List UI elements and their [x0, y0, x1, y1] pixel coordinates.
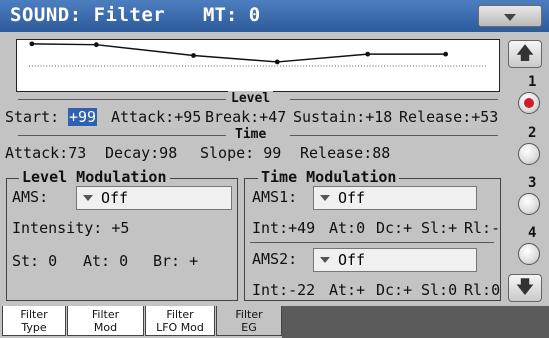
time-heading: Time: [232, 127, 270, 142]
tab-filter-lfo-mod-line1: Filter: [166, 308, 194, 321]
selector-radio-1[interactable]: [518, 92, 540, 114]
mt-indicator: MT: 0: [203, 4, 261, 26]
tab-bar-fill: [282, 306, 549, 338]
page-menu-button[interactable]: [478, 5, 542, 27]
time-mod1-int[interactable]: Int:+49: [252, 219, 315, 237]
tab-filter-type-line2: Type: [21, 321, 47, 334]
scroll-up-button[interactable]: 🡅: [508, 40, 542, 68]
tab-filter-mod-line2: Mod: [93, 321, 118, 334]
tab-filter-lfo-mod-line2: LFO Mod: [156, 321, 204, 334]
page-selector: 🡅 1 2 3 4 🡇: [508, 40, 544, 302]
level-modulation-title: Level Modulation: [19, 168, 170, 186]
level-mod-st[interactable]: St: 0: [12, 252, 57, 270]
time-mod1-at[interactable]: At:0: [329, 219, 365, 237]
time-mod2-int[interactable]: Int:-22: [252, 281, 315, 299]
level-sustain[interactable]: Sustain:+18: [293, 108, 392, 126]
level-intensity[interactable]: Intensity: +5: [12, 219, 129, 237]
tab-filter-type[interactable]: Filter Type: [2, 306, 66, 336]
time-mod1-rl[interactable]: Rl:-: [464, 219, 500, 237]
selector-number-1: 1: [528, 74, 537, 90]
time-mod-separator: [250, 242, 494, 243]
time-mod1-dc[interactable]: Dc:+: [376, 219, 412, 237]
selector-radio-3[interactable]: [518, 193, 540, 215]
ams2-value: Off: [338, 251, 366, 269]
tab-filter-mod-line1: Filter: [91, 308, 120, 321]
ams2-dropdown[interactable]: Off: [313, 248, 477, 272]
envelope-graph[interactable]: [16, 39, 500, 92]
selector-radio-4[interactable]: [518, 243, 540, 265]
ams1-dropdown[interactable]: Off: [313, 186, 477, 210]
time-mod2-rl[interactable]: Rl:0: [464, 281, 500, 299]
chevron-down-icon: [320, 195, 330, 201]
tab-filter-lfo-mod[interactable]: Filter LFO Mod: [145, 306, 215, 336]
ams1-value: Off: [338, 189, 366, 207]
title-bar: SOUND: Filter MT: 0: [0, 0, 549, 32]
scroll-down-button[interactable]: 🡇: [508, 274, 542, 302]
chevron-down-icon: [83, 195, 93, 201]
filter-eg-screen: SOUND: Filter MT: 0 Level Start: +99 Att…: [0, 0, 549, 338]
level-release[interactable]: Release:+53: [399, 108, 498, 126]
time-divider-right: [290, 135, 498, 136]
arrow-down-icon: 🡇: [515, 277, 535, 298]
time-mod2-at[interactable]: At:+: [329, 281, 365, 299]
time-mod1-sl[interactable]: Sl:+: [421, 219, 457, 237]
envelope-point-5: [365, 51, 371, 57]
selector-number-4: 4: [528, 225, 537, 241]
level-break[interactable]: Break:+47: [205, 108, 286, 126]
arrow-up-icon: 🡅: [515, 43, 535, 64]
ams-label: AMS:: [12, 188, 49, 206]
time-release[interactable]: Release:88: [300, 144, 390, 162]
envelope-point-6: [443, 51, 449, 57]
tab-filter-type-line1: Filter: [20, 308, 48, 321]
selector-number-2: 2: [528, 125, 537, 141]
level-divider-left: [18, 99, 226, 100]
time-mod2-sl[interactable]: Sl:0: [421, 281, 457, 299]
level-start-label: Start:: [5, 108, 60, 126]
level-start-value[interactable]: +99: [68, 108, 98, 126]
time-modulation-title: Time Modulation: [258, 168, 400, 186]
tab-filter-eg-line1: Filter: [235, 308, 263, 321]
envelope-curve: [31, 43, 446, 63]
envelope-point-2: [93, 42, 99, 48]
tab-filter-eg-line2: EG: [241, 321, 257, 334]
level-mod-br[interactable]: Br: +: [153, 252, 198, 270]
envelope-point-3: [191, 53, 196, 58]
level-mod-at[interactable]: At: 0: [83, 252, 128, 270]
level-divider-right: [290, 99, 498, 100]
chevron-down-icon: [320, 257, 330, 263]
envelope-point-4: [274, 59, 280, 65]
tab-filter-eg[interactable]: Filter EG: [216, 306, 282, 336]
time-attack[interactable]: Attack:73: [5, 144, 86, 162]
time-divider-left: [18, 135, 226, 136]
ams-value: Off: [101, 189, 129, 207]
level-attack[interactable]: Attack:+95: [111, 108, 201, 126]
time-mod2-dc[interactable]: Dc:+: [376, 281, 412, 299]
selector-number-3: 3: [528, 175, 537, 191]
selector-radio-2[interactable]: [518, 143, 540, 165]
ams2-label: AMS2:: [252, 250, 298, 268]
envelope-point-1: [29, 41, 35, 47]
chevron-down-icon: [504, 14, 516, 21]
level-heading: Level: [228, 91, 274, 106]
page-title: SOUND: Filter: [10, 4, 166, 26]
ams-dropdown[interactable]: Off: [76, 186, 232, 210]
time-decay[interactable]: Decay:98: [105, 144, 177, 162]
tab-filter-mod[interactable]: Filter Mod: [67, 306, 144, 336]
time-slope[interactable]: Slope: 99: [200, 144, 281, 162]
ams1-label: AMS1:: [252, 188, 298, 206]
